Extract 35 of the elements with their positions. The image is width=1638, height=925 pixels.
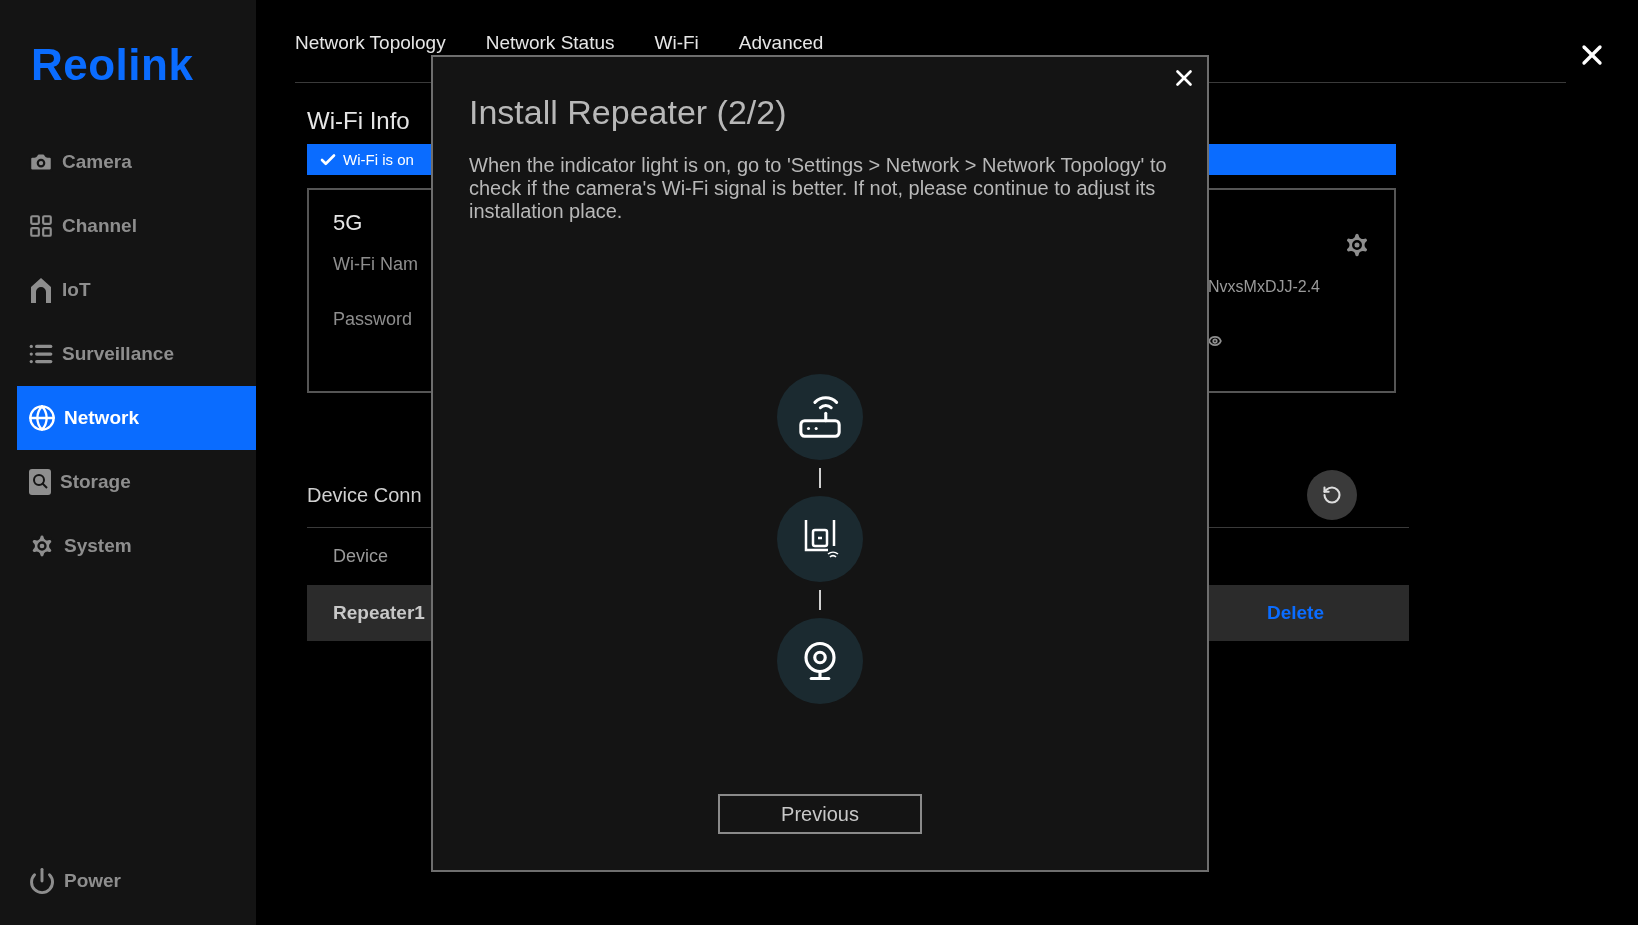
tab[interactable]: Network Topology	[295, 32, 446, 54]
tab[interactable]: Advanced	[738, 32, 824, 54]
table-cell: Repeater1	[333, 602, 425, 624]
field-label: Wi-Fi Nam	[333, 254, 418, 275]
refresh-button[interactable]	[1307, 470, 1357, 520]
sidebar-item[interactable]: Storage	[17, 450, 256, 514]
field-label: Password	[333, 309, 413, 330]
wifi-name-value: NvxsMxDJJ-2.4	[1208, 278, 1321, 296]
previous-button[interactable]: Previous	[718, 794, 922, 834]
column-header: Device	[333, 546, 389, 567]
grid-icon	[28, 213, 54, 239]
globe-icon	[28, 404, 56, 432]
sidebar-item[interactable]: IoT	[17, 258, 256, 322]
sidebar-item[interactable]: Channel	[17, 194, 256, 258]
eye-icon[interactable]	[1208, 334, 1222, 348]
sidebar-item[interactable]: Surveillance	[17, 322, 256, 386]
tab[interactable]: Wi-Fi	[654, 32, 699, 54]
delete-link[interactable]: Delete	[1266, 602, 1324, 624]
band-label: 5G	[333, 210, 363, 236]
power-button[interactable]: Power	[17, 867, 122, 895]
dialog-title: Install Repeater (2/2)	[469, 93, 787, 132]
dialog-text: When the indicator light is on, go to 'Settings > Network > Network Topology' to check if the camera's Wi-Fi signal is better. If not, please continue to adjust its installation place.	[469, 154, 1168, 223]
storage-icon	[28, 468, 52, 496]
section-title: Device Conn	[307, 483, 422, 507]
router-icon	[797, 393, 843, 440]
sidebar-item[interactable]: Network	[17, 386, 256, 450]
section-title: Wi-Fi Info	[307, 107, 410, 135]
logo: Reolink	[31, 40, 194, 90]
power-icon	[28, 867, 56, 895]
tab[interactable]: Network Status	[485, 32, 615, 54]
house-icon	[28, 276, 54, 304]
sidebar-item[interactable]: System	[17, 514, 256, 578]
refresh-icon	[1322, 485, 1342, 505]
wifi-toggle[interactable]: Wi-Fi is on	[319, 150, 414, 169]
sidebar-item[interactable]: Camera	[17, 130, 256, 194]
